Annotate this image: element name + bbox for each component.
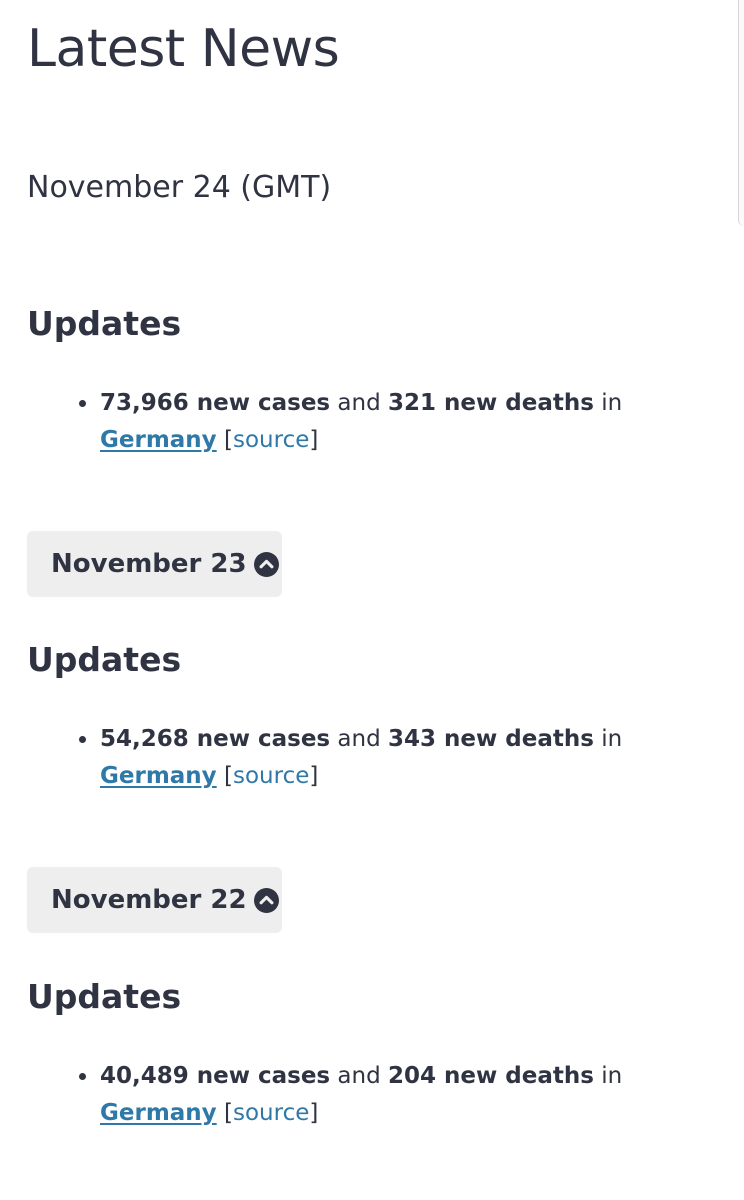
connector-text: and — [330, 1063, 389, 1089]
list-item: 54,268 new cases and 343 new deaths in G… — [79, 721, 700, 795]
connector-text: and — [330, 726, 389, 752]
scrollbar-thumb[interactable] — [738, 0, 744, 226]
connector-text: in — [593, 390, 623, 416]
source-bracket-open: [ — [224, 1100, 233, 1126]
source-bracket-open: [ — [224, 763, 233, 789]
new-deaths-count: 343 new deaths — [388, 726, 594, 752]
date-toggle-button[interactable]: November 22 — [27, 867, 282, 933]
updates-heading: Updates — [27, 304, 182, 343]
connector-text: and — [330, 390, 389, 416]
updates-heading: Updates — [27, 640, 182, 679]
new-deaths-count: 321 new deaths — [388, 390, 594, 416]
source-bracket-close: ] — [309, 427, 319, 453]
bullet-icon — [79, 1073, 86, 1080]
new-cases-count: 54,268 new cases — [100, 726, 331, 752]
bullet-icon — [79, 400, 86, 407]
update-list: 54,268 new cases and 343 new deaths in G… — [79, 721, 700, 795]
update-list: 40,489 new cases and 204 new deaths in G… — [79, 1058, 700, 1132]
connector-text: in — [593, 1063, 623, 1089]
current-date-heading: November 24 (GMT) — [27, 170, 332, 205]
list-item: 73,966 new cases and 321 new deaths in G… — [79, 385, 700, 459]
updates-heading: Updates — [27, 977, 182, 1016]
date-toggle-label: November 22 — [51, 885, 247, 915]
new-deaths-count: 204 new deaths — [388, 1063, 594, 1089]
chevron-up-circle-icon — [253, 887, 279, 913]
new-cases-count: 73,966 new cases — [100, 390, 331, 416]
source-link[interactable]: source — [233, 1100, 309, 1126]
page-title: Latest News — [27, 19, 340, 79]
bullet-icon — [79, 736, 86, 743]
update-list: 73,966 new cases and 321 new deaths in G… — [79, 385, 700, 459]
country-link[interactable]: Germany — [100, 1100, 217, 1126]
date-toggle-button[interactable]: November 23 — [27, 531, 282, 597]
connector-text: in — [593, 726, 623, 752]
list-item: 40,489 new cases and 204 new deaths in G… — [79, 1058, 700, 1132]
country-link[interactable]: Germany — [100, 763, 217, 789]
chevron-up-circle-icon — [253, 551, 279, 577]
source-link[interactable]: source — [233, 763, 309, 789]
source-bracket-close: ] — [309, 763, 319, 789]
source-bracket-open: [ — [224, 427, 233, 453]
country-link[interactable]: Germany — [100, 427, 217, 453]
source-bracket-close: ] — [309, 1100, 319, 1126]
date-toggle-label: November 23 — [51, 549, 247, 579]
new-cases-count: 40,489 new cases — [100, 1063, 331, 1089]
source-link[interactable]: source — [233, 427, 309, 453]
